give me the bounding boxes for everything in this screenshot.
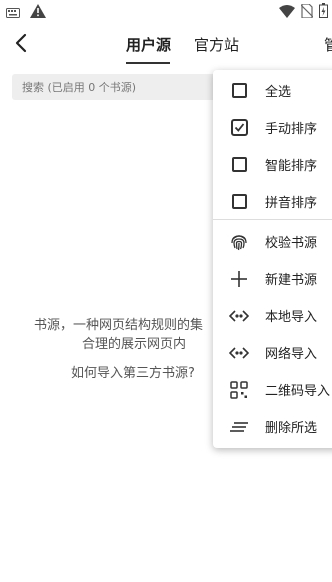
menu-item-label: 校验书源: [265, 236, 318, 251]
sort-options-menu: 全选 手动排序 智能排序 拼音排序 校验书源 新建书源 本地导入 网络导入 二维…: [213, 70, 332, 448]
battery-icon: [319, 3, 328, 22]
checkbox-empty-icon[interactable]: [229, 155, 249, 175]
menu-divider: [213, 219, 332, 220]
chevron-left-icon: [15, 33, 27, 53]
tab-user-sources[interactable]: 用户源: [126, 34, 171, 55]
menu-item-select-all[interactable]: 全选: [213, 72, 332, 109]
fingerprint-icon: [229, 232, 249, 252]
import-help-link[interactable]: 如何导入第三方书源?: [71, 362, 195, 381]
tab-indicator: [126, 62, 170, 64]
wifi-icon: [279, 3, 295, 22]
checkbox-empty-icon[interactable]: [229, 192, 249, 212]
menu-item-validate-sources[interactable]: 校验书源: [213, 223, 332, 260]
code-icon: [229, 306, 249, 326]
menu-item-label: 新建书源: [265, 273, 318, 288]
warning-icon: [30, 3, 46, 22]
menu-item-manual-sort[interactable]: 手动排序: [213, 109, 332, 146]
menu-item-new-source[interactable]: 新建书源: [213, 260, 332, 297]
toolbar: 用户源 官方站 管: [0, 22, 332, 66]
menu-item-label: 全选: [265, 85, 292, 100]
menu-item-smart-sort[interactable]: 智能排序: [213, 146, 332, 183]
menu-item-qr-import[interactable]: 二维码导入: [213, 371, 332, 408]
menu-item-label: 网络导入: [265, 347, 318, 362]
menu-item-delete-selected[interactable]: 删除所选: [213, 408, 332, 445]
menu-item-label: 本地导入: [265, 310, 318, 325]
menu-item-label: 手动排序: [265, 122, 318, 137]
empty-state-description-line1: 书源，一种网页结构规则的集: [34, 318, 204, 333]
back-button[interactable]: [8, 30, 34, 56]
empty-state-description-line2: 合理的展示网页内: [82, 337, 187, 352]
plus-icon: [229, 269, 249, 289]
menu-item-label: 删除所选: [265, 421, 318, 436]
no-sim-icon: [300, 3, 314, 22]
menu-item-label: 二维码导入: [265, 384, 331, 399]
menu-item-label: 拼音排序: [265, 196, 318, 211]
qr-code-icon: [229, 380, 249, 400]
checkbox-empty-icon[interactable]: [229, 81, 249, 101]
tab-manage[interactable]: 管: [324, 34, 332, 55]
keyboard-icon: [6, 3, 20, 22]
code-icon: [229, 343, 249, 363]
menu-item-pinyin-sort[interactable]: 拼音排序: [213, 183, 332, 220]
menu-item-network-import[interactable]: 网络导入: [213, 334, 332, 371]
delete-lines-icon: [229, 417, 249, 437]
menu-item-label: 智能排序: [265, 159, 318, 174]
menu-item-local-import[interactable]: 本地导入: [213, 297, 332, 334]
tab-official-site[interactable]: 官方站: [194, 34, 239, 55]
checkbox-checked-icon[interactable]: [229, 118, 249, 138]
status-bar: [0, 0, 332, 22]
